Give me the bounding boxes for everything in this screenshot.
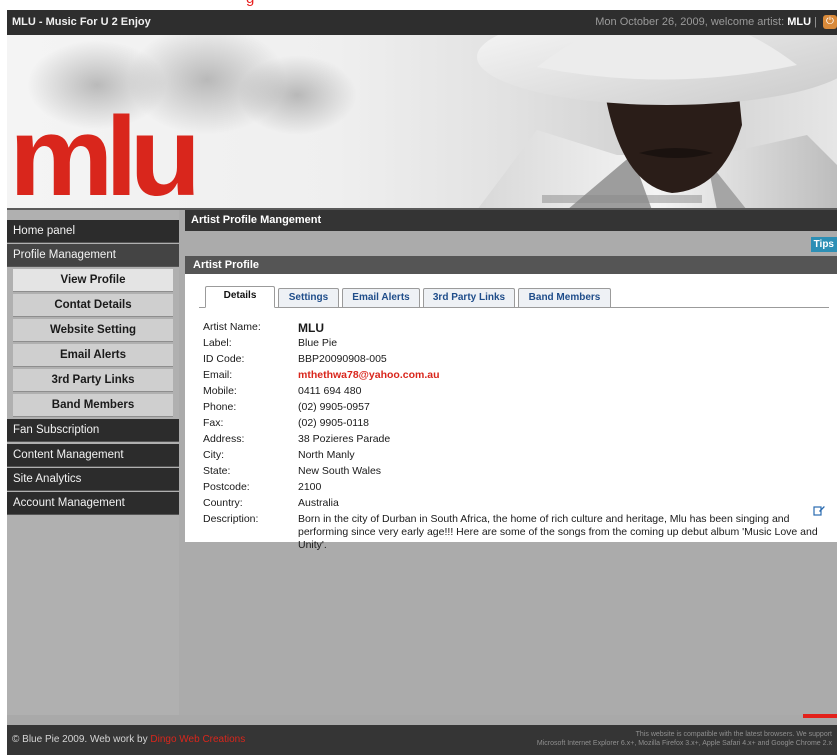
sidebar-item-band-members[interactable]: Band Members xyxy=(13,394,173,417)
sidebar-item-website-setting[interactable]: Website Setting xyxy=(13,319,173,342)
fax-value: (02) 9905-0118 xyxy=(298,417,370,429)
tips-button[interactable]: Tips xyxy=(810,237,837,252)
card-title: Artist Profile xyxy=(185,256,837,274)
welcome-text: Mon October 26, 2009, welcome artist: ML… xyxy=(595,16,817,28)
username: MLU xyxy=(787,16,812,28)
page-frame: g MLU - Music For U 2 Enjoy Mon October … xyxy=(0,0,837,755)
tab-settings[interactable]: Settings xyxy=(278,288,339,307)
detail-label: State: xyxy=(203,465,231,477)
detail-label: Email: xyxy=(203,369,233,381)
sidebar-item-3rd-party-links[interactable]: 3rd Party Links xyxy=(13,369,173,392)
address-value: 38 Pozieres Parade xyxy=(298,433,391,445)
credit-link[interactable]: Dingo Web Creations xyxy=(150,734,245,745)
city-value: North Manly xyxy=(298,449,355,461)
artist-profile-card: Artist Profile Details Settings Email Al… xyxy=(185,256,837,551)
label-value: Blue Pie xyxy=(298,337,338,349)
sidebar-item-home-panel[interactable]: Home panel xyxy=(7,220,179,243)
state-value: New South Wales xyxy=(298,465,382,477)
sidebar-item-site-analytics[interactable]: Site Analytics xyxy=(7,468,179,491)
site-title: MLU - Music For U 2 Enjoy xyxy=(12,16,151,28)
detail-label: Postcode: xyxy=(203,481,250,493)
description-value: Born in the city of Durban in South Afri… xyxy=(298,513,818,551)
mlu-logo: mlu xyxy=(9,94,201,211)
top-caption: g xyxy=(246,0,255,7)
artist-portrait xyxy=(477,35,837,210)
artist-name-value: MLU xyxy=(298,321,324,335)
edit-icon[interactable] xyxy=(813,504,825,516)
detail-label: Artist Name: xyxy=(203,321,261,333)
app-shell: MLU - Music For U 2 Enjoy Mon October 26… xyxy=(7,10,837,755)
copyright-text: © Blue Pie 2009. Web work by Dingo Web C… xyxy=(12,734,246,745)
phone-value: (02) 9905-0957 xyxy=(298,401,370,413)
detail-label: ID Code: xyxy=(203,353,245,365)
tab-bar: Details Settings Email Alerts 3rd Party … xyxy=(199,286,829,308)
footer: © Blue Pie 2009. Web work by Dingo Web C… xyxy=(7,725,837,755)
detail-label: Mobile: xyxy=(203,385,237,397)
sidebar-item-profile-management[interactable]: Profile Management xyxy=(7,244,179,267)
detail-label: Description: xyxy=(203,513,259,525)
postcode-value: 2100 xyxy=(298,481,322,493)
detail-label: City: xyxy=(203,449,224,461)
sidebar-item-view-profile[interactable]: View Profile xyxy=(13,269,173,292)
tab-email-alerts[interactable]: Email Alerts xyxy=(342,288,420,307)
detail-label: Country: xyxy=(203,497,243,509)
sidebar-item-content-management[interactable]: Content Management xyxy=(7,444,179,467)
sidebar-item-fan-subscription[interactable]: Fan Subscription xyxy=(7,419,179,442)
id-code-value: BBP20090908-005 xyxy=(298,353,387,365)
sidebar-item-email-alerts[interactable]: Email Alerts xyxy=(13,344,173,367)
sidebar: Home panel Profile Management View Profi… xyxy=(7,210,179,715)
power-icon[interactable]: ⏻ xyxy=(823,15,837,29)
detail-label: Phone: xyxy=(203,401,237,413)
detail-label: Fax: xyxy=(203,417,224,429)
country-value: Australia xyxy=(298,497,339,509)
tab-details[interactable]: Details xyxy=(205,286,275,308)
detail-label: Address: xyxy=(203,433,245,445)
detail-label: Label: xyxy=(203,337,232,349)
browser-compat-note: This website is compatible with the late… xyxy=(536,731,832,747)
top-bar: MLU - Music For U 2 Enjoy Mon October 26… xyxy=(7,10,837,35)
header-banner: mlu xyxy=(7,35,837,210)
email-link[interactable]: mthethwa78@yahoo.com.au xyxy=(298,369,440,381)
red-marker xyxy=(803,714,837,718)
main-content: Artist Profile Mangement Tips Artist Pro… xyxy=(179,210,837,718)
page-title: Artist Profile Mangement xyxy=(185,210,837,231)
mobile-value: 0411 694 480 xyxy=(298,385,362,397)
sidebar-item-contat-details[interactable]: Contat Details xyxy=(13,294,173,317)
tab-band-members[interactable]: Band Members xyxy=(518,288,611,307)
tab-3rd-party-links[interactable]: 3rd Party Links xyxy=(423,288,515,307)
sidebar-item-account-management[interactable]: Account Management xyxy=(7,492,179,515)
